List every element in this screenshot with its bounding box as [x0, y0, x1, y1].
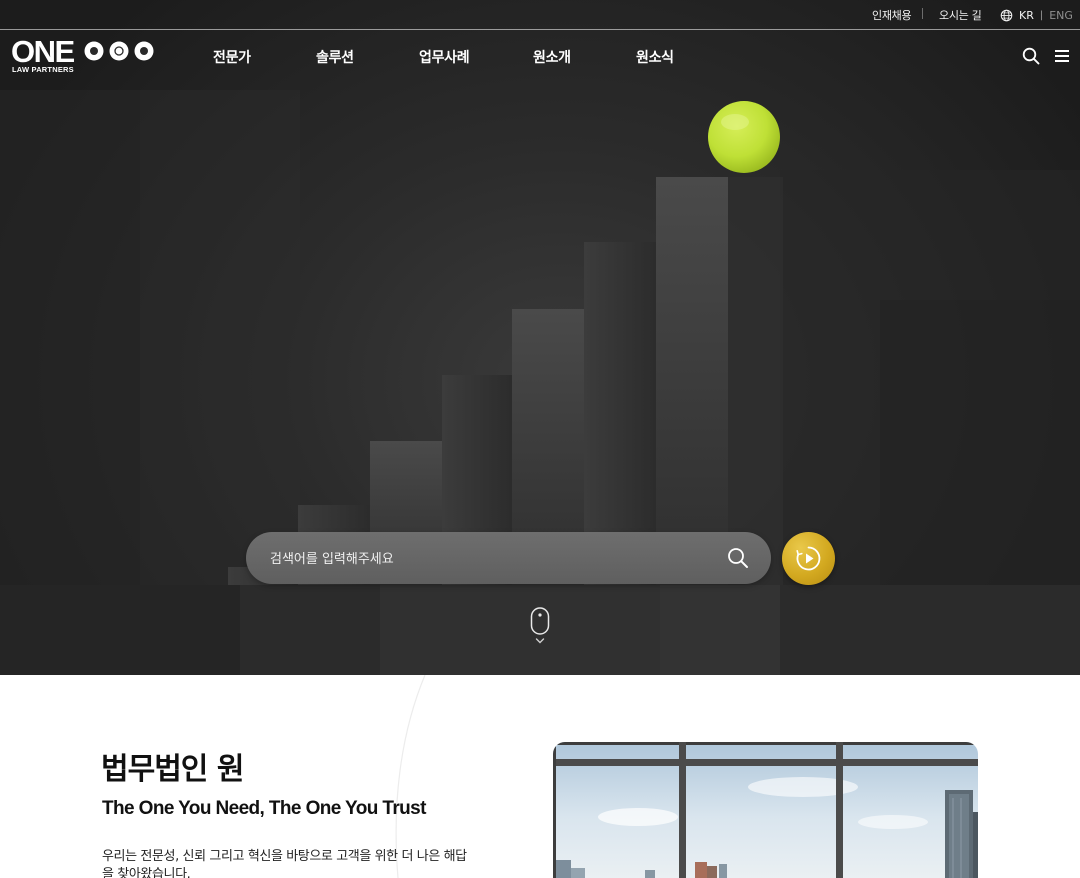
language-switcher: KR | ENG [1000, 7, 1073, 23]
logo-subtitle: LAW PARTNERS [12, 65, 74, 74]
nav-item-cases[interactable]: 업무사례 [419, 47, 470, 67]
lang-divider: | [1039, 9, 1044, 21]
mouse-scroll-icon[interactable] [529, 606, 551, 646]
search-bar [246, 532, 771, 584]
lang-kr-link[interactable]: KR [1019, 9, 1034, 22]
logo-wordmark: ONE [11, 34, 75, 69]
utility-bar: 인재채용 오시는 길 KR | ENG [0, 0, 1080, 30]
intro-slogan: The One You Need, The One You Trust [102, 798, 426, 819]
office-window-photo [553, 742, 978, 878]
nav-item-experts[interactable]: 전문가 [213, 47, 251, 67]
intro-title: 법무법인 원 [101, 752, 244, 787]
recruit-link[interactable]: 인재채용 [872, 7, 912, 23]
directions-link[interactable]: 오시는 길 [939, 7, 982, 23]
util-divider [922, 8, 923, 19]
nav-item-news[interactable]: 원소식 [636, 47, 674, 67]
search-submit-icon[interactable] [726, 546, 750, 570]
logo-circles-mark [84, 41, 154, 61]
lime-ball-illustration [708, 101, 780, 173]
intro-section: 법무법인 원 The One You Need, The One You Tru… [0, 675, 1080, 878]
logo[interactable]: ONE LAW PARTNERS [11, 34, 156, 76]
search-input[interactable] [268, 546, 712, 572]
globe-icon [1000, 9, 1013, 21]
lang-eng-link[interactable]: ENG [1049, 9, 1073, 22]
play-circle-icon [796, 546, 821, 571]
hamburger-menu-icon[interactable] [1055, 49, 1069, 63]
play-video-button[interactable] [782, 532, 835, 585]
intro-description: 우리는 전문성, 신뢰 그리고 혁신을 바탕으로 고객을 위한 더 나은 해답을… [102, 849, 467, 878]
search-icon[interactable] [1022, 47, 1040, 65]
nav-item-solutions[interactable]: 솔루션 [316, 47, 354, 67]
nav-item-about[interactable]: 원소개 [533, 47, 571, 67]
hero-section: 인재채용 오시는 길 KR | ENG ONE LAW PARTNERS 전문가… [0, 0, 1080, 675]
